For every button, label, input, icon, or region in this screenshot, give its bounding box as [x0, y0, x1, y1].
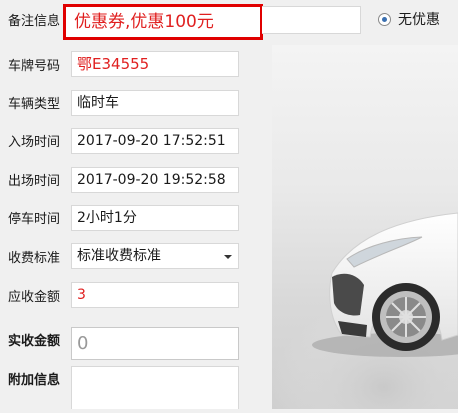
receivable-label: 应收金额: [8, 290, 61, 305]
exit-time-label: 出场时间: [8, 174, 61, 189]
extra-info-label: 附加信息: [8, 373, 61, 388]
parking-time-field[interactable]: 2小时1分: [71, 205, 239, 231]
fee-standard-label: 收费标准: [8, 251, 61, 266]
actual-amount-placeholder: 0: [77, 333, 89, 354]
entry-time-field[interactable]: 2017-09-20 17:52:51: [71, 128, 239, 154]
receivable-field: 3: [71, 282, 239, 308]
fee-standard-value: 标准收费标准: [77, 248, 161, 264]
entry-time-label: 入场时间: [8, 135, 61, 150]
car-photo-graphic: [272, 212, 458, 409]
parking-time-label: 停车时间: [8, 212, 61, 227]
no-discount-radio[interactable]: [378, 13, 391, 26]
chevron-down-icon[interactable]: [224, 255, 232, 259]
remark-label: 备注信息: [8, 14, 61, 29]
radio-selected-dot: [382, 17, 387, 22]
fee-standard-select[interactable]: 标准收费标准: [71, 243, 239, 269]
vehicle-type-field[interactable]: 临时车: [71, 90, 239, 116]
remark-field-extension[interactable]: [262, 6, 361, 34]
plate-label: 车牌号码: [8, 59, 61, 74]
extra-info-input[interactable]: [71, 366, 239, 409]
plate-field[interactable]: 鄂E34555: [71, 51, 239, 77]
remark-field[interactable]: 优惠券,优惠100元: [63, 4, 263, 40]
actual-amount-label: 实收金额: [8, 334, 61, 349]
car-photo: [272, 45, 458, 409]
exit-time-field[interactable]: 2017-09-20 19:52:58: [71, 167, 239, 193]
actual-amount-input[interactable]: 0: [71, 327, 239, 360]
vehicle-type-label: 车辆类型: [8, 97, 61, 112]
no-discount-label[interactable]: 无优惠: [398, 11, 440, 29]
